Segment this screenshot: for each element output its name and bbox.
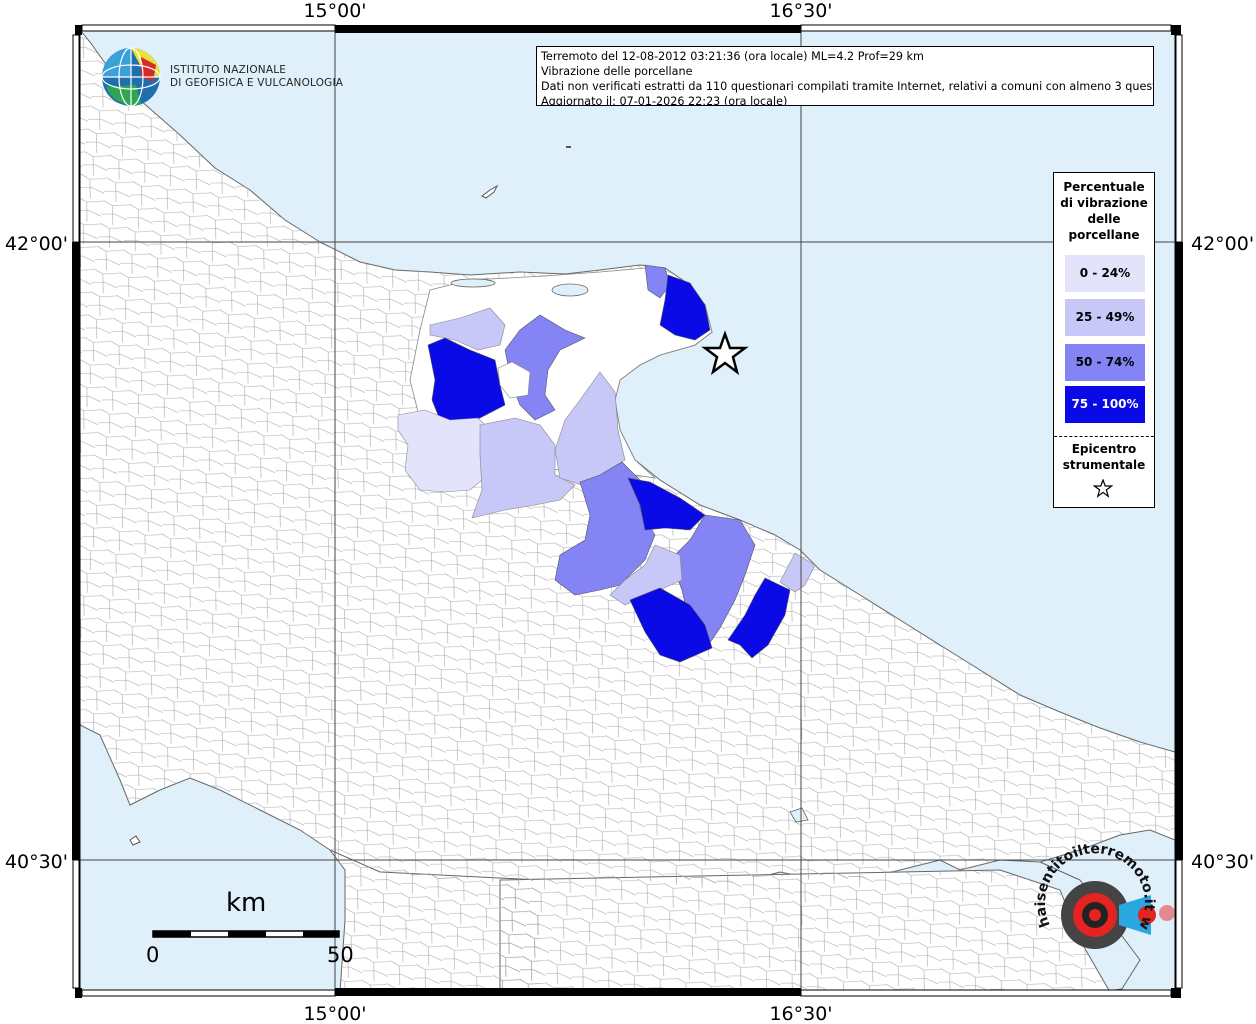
- ingv-logo-text: ISTITUTO NAZIONALE DI GEOFISICA E VULCAN…: [170, 64, 343, 90]
- event-info-line4: Aggiornato il: 07-01-2026 22:23 (ora loc…: [541, 95, 788, 106]
- lon-label-top-right: 16°30': [769, 0, 832, 22]
- scale-label-max: 50: [327, 943, 354, 967]
- legend-divider: [1054, 436, 1154, 437]
- event-info-box: Terremoto del 12-08-2012 03:21:36 (ora l…: [536, 46, 1154, 106]
- scale-title: km: [226, 888, 267, 918]
- lake-lesina: [450, 278, 496, 288]
- lat-label-left-bottom: 40°30': [5, 851, 68, 873]
- legend-epicenter-line2: strumentale: [1062, 458, 1146, 472]
- legend-title-line3: delle: [1087, 212, 1121, 226]
- ingv-globe-icon: [101, 47, 161, 107]
- scale-bar: [152, 930, 340, 938]
- legend-swatch-0-24: 0 - 24%: [1065, 255, 1145, 292]
- event-info-line2: Vibrazione delle porcellane: [541, 65, 693, 78]
- legend-epicenter-line1: Epicentro: [1071, 442, 1137, 456]
- legend-swatch-75-100: 75 - 100%: [1065, 386, 1145, 423]
- lon-label-bottom-right: 16°30': [769, 1003, 832, 1024]
- event-info-line1: Terremoto del 12-08-2012 03:21:36 (ora l…: [541, 50, 924, 63]
- legend: Percentuale di vibrazione delle porcella…: [1053, 172, 1155, 508]
- lake-varano: [551, 283, 589, 297]
- legend-title-line1: Percentuale: [1063, 180, 1145, 194]
- legend-title-line2: di vibrazione: [1060, 196, 1148, 210]
- legend-title-line4: porcellane: [1068, 228, 1140, 242]
- legend-epicenter-label: Epicentro strumentale: [1054, 441, 1154, 473]
- ingv-logo-line1: ISTITUTO NAZIONALE: [170, 64, 287, 76]
- ingv-logo-line2: DI GEOFISICA E VULCANOLOGIA: [170, 77, 344, 89]
- lat-label-right-top: 42°00': [1191, 233, 1254, 255]
- event-info-line3: Dati non verificati estratti da 110 ques…: [541, 80, 1154, 93]
- scale-label-min: 0: [146, 943, 160, 967]
- lon-label-top-left: 15°00': [303, 0, 366, 22]
- legend-swatch-50-74: 50 - 74%: [1065, 344, 1145, 381]
- lon-label-bottom-left: 15°00': [303, 1003, 366, 1024]
- legend-swatch-25-49: 25 - 49%: [1065, 299, 1145, 336]
- legend-title: Percentuale di vibrazione delle porcella…: [1054, 179, 1154, 243]
- lat-label-right-bottom: 40°30': [1191, 851, 1254, 873]
- lat-label-left-top: 42°00': [5, 233, 68, 255]
- star-outline-icon: [1093, 479, 1113, 498]
- intensity-map: 15°00' 16°30' 15°00' 16°30' 42°00' 40°30…: [0, 0, 1254, 1024]
